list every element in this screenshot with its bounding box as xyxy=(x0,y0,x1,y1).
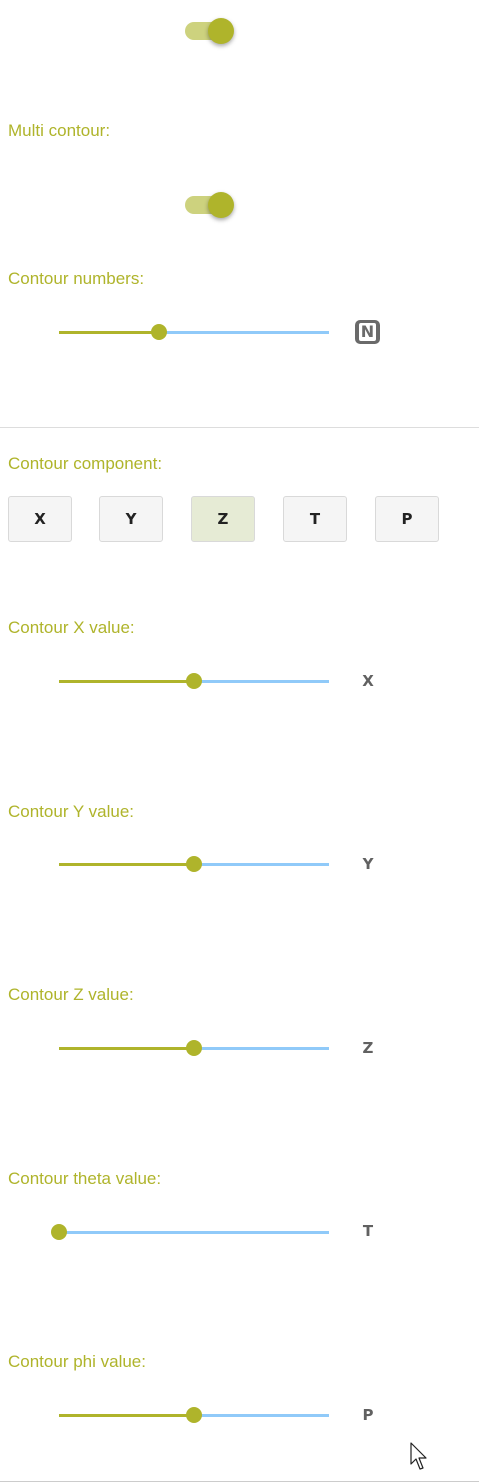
slider-knob[interactable] xyxy=(186,673,202,689)
section-divider xyxy=(0,427,479,428)
contour-theta-label: Contour theta value: xyxy=(8,1169,162,1188)
component-button-y[interactable]: Y xyxy=(99,496,163,542)
contour-z-label: Contour Z value: xyxy=(8,985,134,1004)
bottom-border xyxy=(0,1481,479,1482)
slider-fill xyxy=(59,680,194,683)
contour-z-slider[interactable] xyxy=(59,1038,329,1058)
contour-z-end-label: Z xyxy=(362,1039,374,1057)
contour-x-end-label: X xyxy=(362,672,374,690)
contour-x-slider[interactable] xyxy=(59,671,329,691)
mouse-pointer-icon xyxy=(410,1442,427,1470)
contour-phi-end-label: P xyxy=(362,1406,374,1424)
contour-numbers-label: Contour numbers: xyxy=(8,269,145,288)
contour-y-end-label: Y xyxy=(362,855,374,873)
multi-contour-label: Multi contour: xyxy=(8,121,111,140)
contour-phi-slider[interactable] xyxy=(59,1405,329,1425)
slider-knob[interactable] xyxy=(150,324,167,340)
slider-rail xyxy=(59,1231,329,1234)
slider-knob[interactable] xyxy=(186,856,202,872)
slider-knob[interactable] xyxy=(186,1040,202,1056)
contour-phi-label: Contour phi value: xyxy=(8,1352,146,1371)
component-button-p[interactable]: P xyxy=(375,496,439,542)
contour-y-slider[interactable] xyxy=(59,854,329,874)
component-button-x[interactable]: X xyxy=(8,496,72,542)
slider-fill xyxy=(59,1047,194,1050)
contour-numbers-slider[interactable] xyxy=(59,322,329,342)
contour-x-label: Contour X value: xyxy=(8,618,135,637)
slider-knob[interactable] xyxy=(186,1407,202,1423)
component-button-t[interactable]: T xyxy=(283,496,347,542)
contour-y-label: Contour Y value: xyxy=(8,802,135,821)
toggle-thumb[interactable] xyxy=(208,18,234,44)
contour-theta-slider[interactable] xyxy=(51,1222,329,1242)
toggle-thumb[interactable] xyxy=(208,192,234,218)
multi-contour-toggle[interactable] xyxy=(185,190,237,220)
n-badge-icon xyxy=(355,320,380,344)
contour-component-label: Contour component: xyxy=(8,454,163,473)
component-button-z[interactable]: Z xyxy=(191,496,255,542)
slider-fill xyxy=(59,863,194,866)
slider-fill xyxy=(59,331,159,334)
slider-fill xyxy=(59,1414,194,1417)
contour-toggle[interactable] xyxy=(185,16,237,46)
slider-knob[interactable] xyxy=(51,1224,67,1240)
contour-theta-end-label: T xyxy=(362,1222,374,1240)
